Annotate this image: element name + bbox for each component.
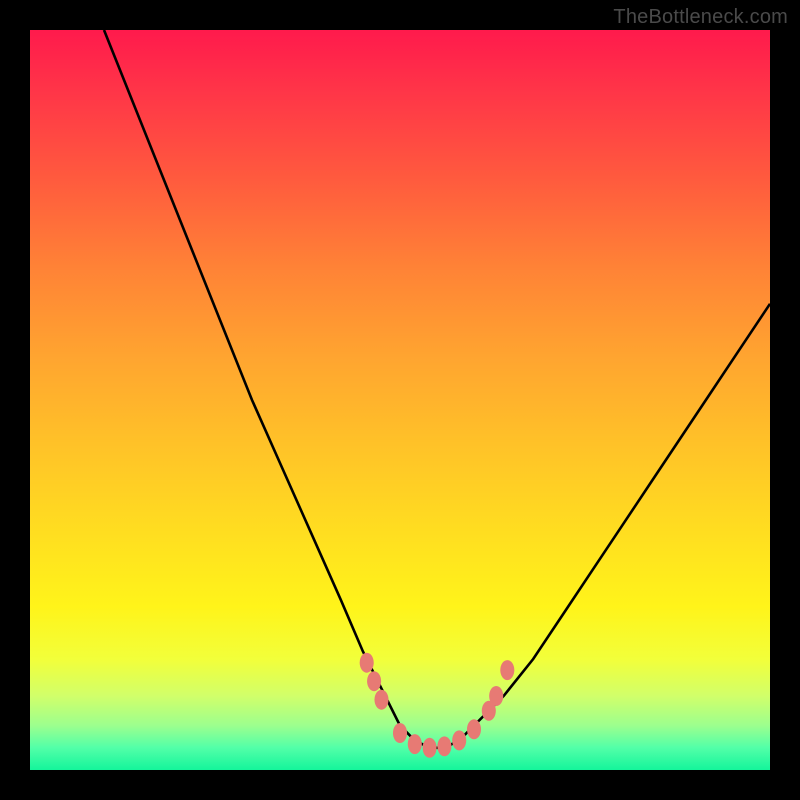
chart-frame: TheBottleneck.com bbox=[0, 0, 800, 800]
marker-dot bbox=[367, 671, 381, 691]
marker-dot bbox=[452, 730, 466, 750]
marker-dot bbox=[437, 736, 451, 756]
marker-dot bbox=[360, 653, 374, 673]
curve-path bbox=[104, 30, 770, 748]
marker-dot bbox=[374, 690, 388, 710]
curve-line bbox=[104, 30, 770, 748]
marker-dots bbox=[360, 653, 515, 758]
marker-dot bbox=[467, 719, 481, 739]
chart-svg bbox=[30, 30, 770, 770]
plot-area bbox=[30, 30, 770, 770]
marker-dot bbox=[489, 686, 503, 706]
marker-dot bbox=[500, 660, 514, 680]
watermark-text: TheBottleneck.com bbox=[613, 6, 788, 29]
marker-dot bbox=[423, 738, 437, 758]
marker-dot bbox=[408, 734, 422, 754]
marker-dot bbox=[393, 723, 407, 743]
